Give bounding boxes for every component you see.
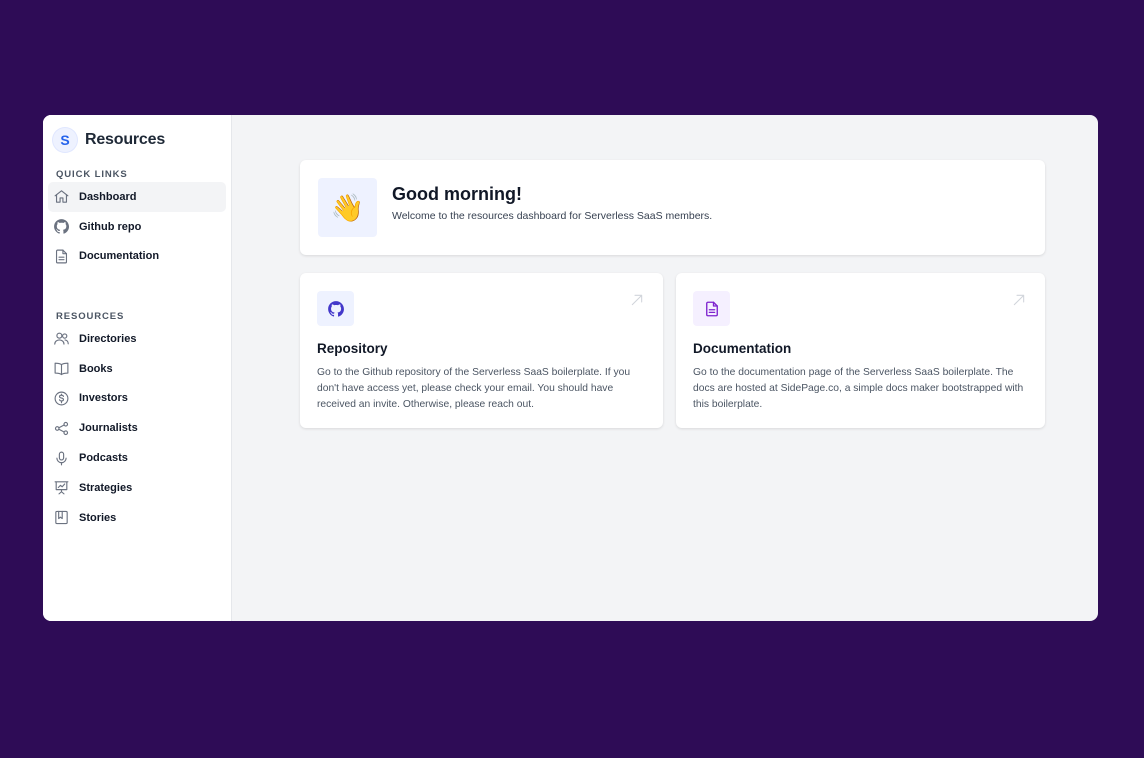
share-icon <box>53 420 70 437</box>
sidebar-item-label: Journalists <box>79 422 138 435</box>
sidebar-item-strategies[interactable]: Strategies <box>48 473 226 503</box>
main-content: 👋 Good morning! Welcome to the resources… <box>232 115 1098 621</box>
dollar-icon <box>53 390 70 407</box>
sidebar-item-label: Dashboard <box>79 190 137 203</box>
sidebar-item-investors[interactable]: Investors <box>48 384 226 414</box>
book-icon <box>53 360 70 377</box>
github-icon <box>317 291 354 326</box>
greeting-title: Good morning! <box>392 184 522 204</box>
presentation-chart-icon <box>53 479 70 496</box>
sidebar-item-github-repo[interactable]: Github repo <box>48 212 226 242</box>
sidebar-item-label: Stories <box>79 511 117 524</box>
resources-nav: Directories Books Investors Journalists <box>48 324 226 533</box>
quick-links-nav: Dashboard Github repo Documentation <box>48 182 226 271</box>
users-icon <box>53 330 70 347</box>
sidebar-item-directories[interactable]: Directories <box>48 324 226 354</box>
sidebar-item-label: Directories <box>79 332 137 345</box>
greeting-card: 👋 Good morning! Welcome to the resources… <box>300 160 1045 255</box>
repository-card[interactable]: Repository Go to the Github repository o… <box>300 273 663 428</box>
sidebar-item-label: Documentation <box>79 250 160 263</box>
sidebar-item-label: Books <box>79 362 113 375</box>
resources-heading: Resources <box>56 311 125 322</box>
greeting-subtitle: Welcome to the resources dashboard for S… <box>392 210 713 222</box>
documentation-card-title: Documentation <box>693 341 792 356</box>
documentation-card[interactable]: Documentation Go to the documentation pa… <box>676 273 1045 428</box>
app-window: S Resources Quick links Dashboard Github… <box>43 115 1098 621</box>
document-icon <box>53 248 70 265</box>
github-icon <box>53 218 70 235</box>
repository-card-title: Repository <box>317 341 388 356</box>
sidebar-item-journalists[interactable]: Journalists <box>48 413 226 443</box>
sidebar-item-books[interactable]: Books <box>48 354 226 384</box>
microphone-icon <box>53 450 70 467</box>
bookmark-book-icon <box>53 509 70 526</box>
sidebar-item-podcasts[interactable]: Podcasts <box>48 443 226 473</box>
home-icon <box>53 188 70 205</box>
sidebar-item-label: Podcasts <box>79 452 128 465</box>
sidebar: S Resources Quick links Dashboard Github… <box>43 115 232 621</box>
documentation-card-description: Go to the documentation page of the Serv… <box>693 367 1024 410</box>
repository-card-description: Go to the Github repository of the Serve… <box>317 367 631 410</box>
sidebar-item-label: Investors <box>79 392 128 405</box>
brand-title: Resources <box>85 131 166 148</box>
waving-hand-icon: 👋 <box>318 178 377 237</box>
brand-logo: S <box>53 128 77 152</box>
arrow-up-right-icon <box>631 294 643 306</box>
document-icon <box>693 291 730 326</box>
sidebar-item-stories[interactable]: Stories <box>48 503 226 533</box>
arrow-up-right-icon <box>1013 294 1025 306</box>
brand[interactable]: S Resources <box>53 128 165 152</box>
sidebar-item-documentation[interactable]: Documentation <box>48 242 226 272</box>
sidebar-item-label: Github repo <box>79 220 142 233</box>
quick-links-heading: Quick links <box>56 169 128 180</box>
sidebar-item-label: Strategies <box>79 481 133 494</box>
sidebar-item-dashboard[interactable]: Dashboard <box>48 182 226 212</box>
